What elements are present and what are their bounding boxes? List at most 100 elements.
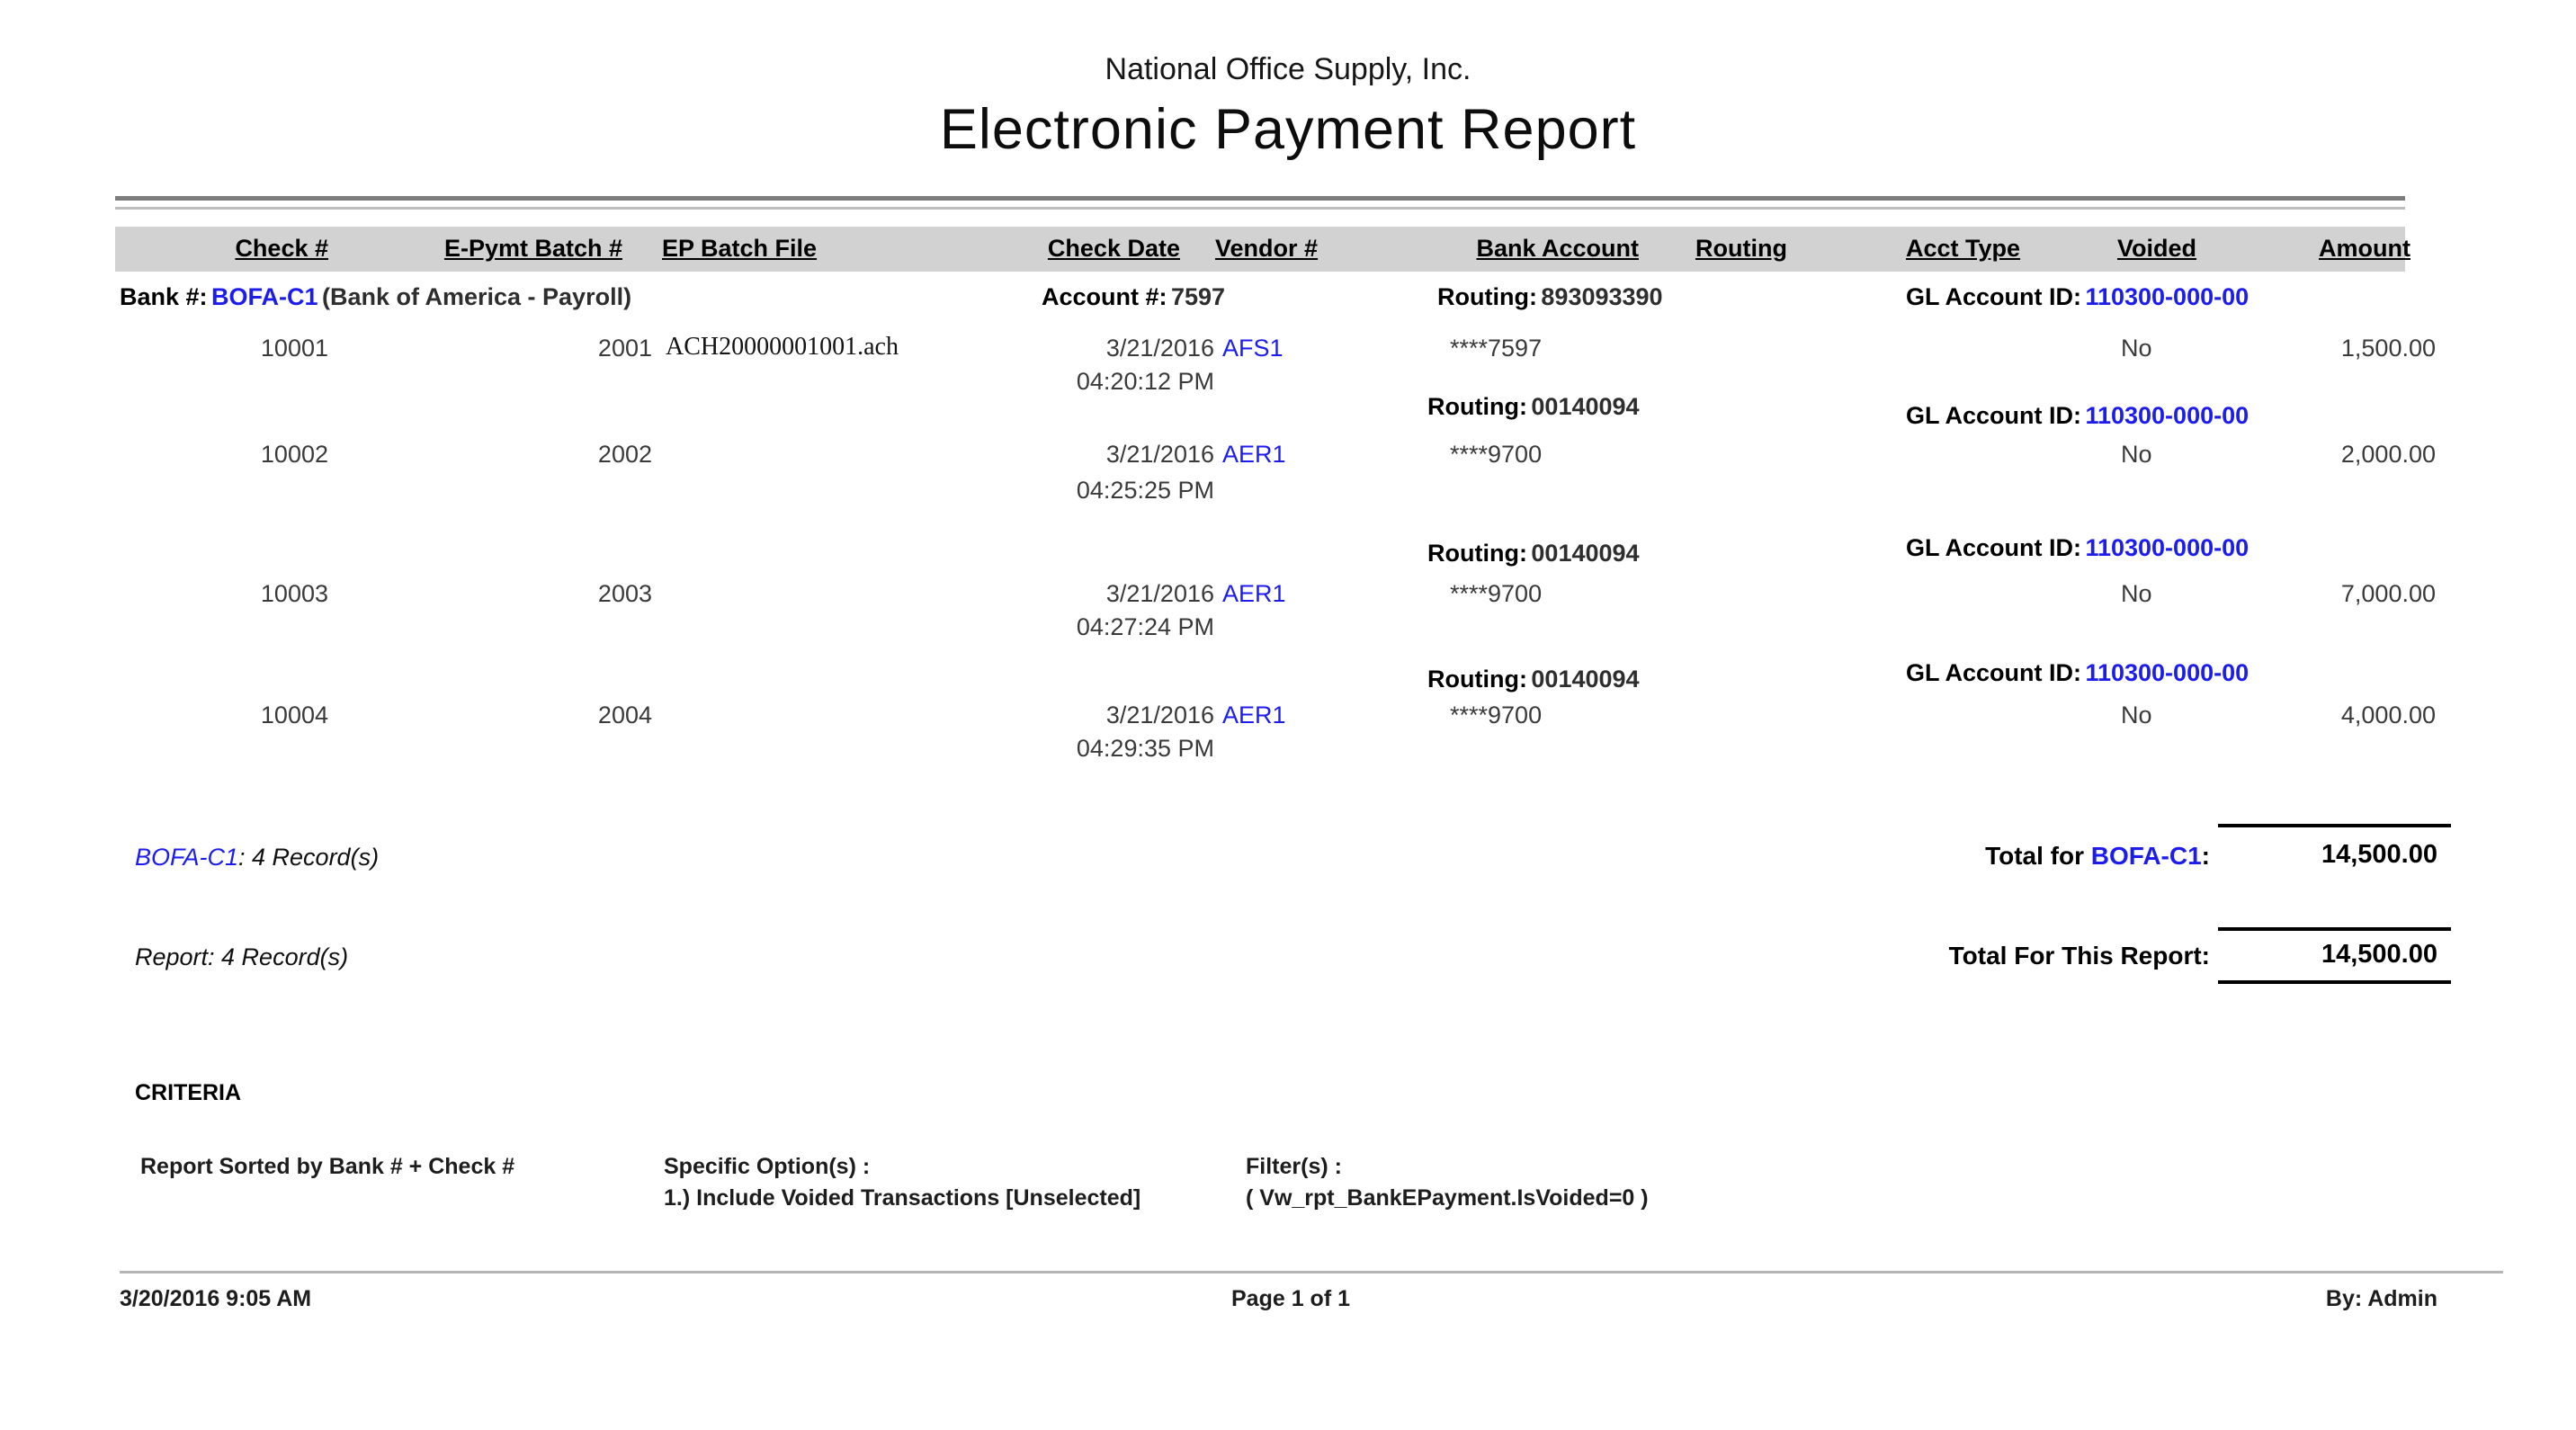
column-header-amount: Amount	[2204, 235, 2411, 263]
check-time-cell: 04:27:24 PM	[989, 613, 1214, 641]
bank-account-number: Account #: 7597	[1042, 283, 1225, 311]
column-header-routing: Routing	[1695, 235, 1787, 263]
routing-info: Routing: 00140094	[1427, 393, 1640, 421]
criteria-option-item: 1.) Include Voided Transactions [Unselec…	[664, 1185, 1140, 1211]
bank-number-label: Bank #:	[120, 283, 208, 310]
title-rule-top	[115, 196, 2405, 201]
bank-account-cell: ****9700	[1450, 441, 1542, 469]
batch-file-cell: ACH20000001001.ach	[666, 333, 899, 362]
routing-label: Routing:	[1427, 540, 1527, 567]
column-header-vendor: Vendor #	[1215, 235, 1318, 263]
column-header-batch-no: E-Pymt Batch #	[387, 235, 622, 263]
criteria-heading: CRITERIA	[135, 1080, 241, 1106]
footer-rule	[120, 1271, 2503, 1274]
account-number-value: 7597	[1171, 283, 1225, 310]
vendor-link[interactable]: AER1	[1222, 702, 1286, 729]
bank-name-text: (Bank of America - Payroll)	[322, 283, 631, 310]
check-time-cell: 04:20:12 PM	[989, 368, 1214, 396]
gl-info: GL Account ID: 110300-000-00	[1906, 534, 2249, 562]
batch-no-cell: 2001	[468, 335, 652, 362]
voided-cell: No	[2121, 335, 2152, 362]
check-time-cell: 04:25:25 PM	[989, 477, 1214, 505]
footer-generated-timestamp: 3/20/2016 9:05 AM	[120, 1286, 311, 1312]
gl-account-link[interactable]: 110300-000-00	[2085, 402, 2249, 429]
criteria-sort-text: Report Sorted by Bank # + Check #	[140, 1154, 514, 1180]
report-page: National Office Supply, Inc. Electronic …	[0, 0, 2576, 1430]
footer-printed-by: By: Admin	[2204, 1286, 2437, 1312]
group-total-amount: 14,500.00	[2218, 840, 2437, 870]
routing-label: Routing:	[1427, 666, 1527, 693]
amount-cell: 1,500.00	[2204, 335, 2436, 362]
gl-account-label: GL Account ID:	[1906, 283, 2081, 310]
gl-account-link[interactable]: 110300-000-00	[2085, 283, 2249, 310]
report-title: Electronic Payment Report	[0, 97, 2576, 162]
gl-account-label: GL Account ID:	[1906, 534, 2081, 561]
voided-cell: No	[2121, 580, 2152, 608]
check-date-cell: 3/21/2016	[989, 335, 1214, 362]
routing-label: Routing:	[1427, 393, 1527, 420]
account-number-label: Account #:	[1042, 283, 1167, 310]
routing-info: Routing: 00140094	[1427, 666, 1640, 693]
group-total-label: Total for BOFA-C1:	[1709, 842, 2210, 871]
check-no-cell: 10003	[162, 580, 328, 608]
gl-account-label: GL Account ID:	[1906, 402, 2081, 429]
gl-info: GL Account ID: 110300-000-00	[1906, 402, 2249, 430]
amount-cell: 4,000.00	[2204, 702, 2436, 729]
gl-account-link[interactable]: 110300-000-00	[2085, 659, 2249, 686]
column-header-batch-file: EP Batch File	[662, 235, 817, 263]
bank-code-link[interactable]: BOFA-C1	[211, 283, 318, 310]
company-name: National Office Supply, Inc.	[0, 52, 2576, 87]
bank-gl-info: GL Account ID: 110300-000-00	[1906, 283, 2249, 311]
criteria-filters-label: Filter(s) :	[1246, 1154, 1342, 1180]
group-total-code-link[interactable]: BOFA-C1	[2091, 842, 2202, 870]
batch-no-cell: 2004	[468, 702, 652, 729]
report-total-amount: 14,500.00	[2218, 940, 2437, 970]
bank-account-cell: ****9700	[1450, 702, 1542, 729]
check-date-cell: 3/21/2016	[989, 702, 1214, 729]
column-header-acct-type: Acct Type	[1906, 235, 2020, 263]
group-record-count: BOFA-C1: 4 Record(s)	[135, 844, 379, 871]
check-time-cell: 04:29:35 PM	[989, 735, 1214, 763]
voided-cell: No	[2121, 702, 2152, 729]
title-rule-bottom	[115, 207, 2405, 210]
amount-cell: 2,000.00	[2204, 441, 2436, 469]
bank-account-cell: ****9700	[1450, 580, 1542, 608]
amount-cell: 7,000.00	[2204, 580, 2436, 608]
gl-info: GL Account ID: 110300-000-00	[1906, 659, 2249, 687]
check-no-cell: 10004	[162, 702, 328, 729]
check-date-cell: 3/21/2016	[989, 580, 1214, 608]
group-total-prefix: Total for	[1985, 842, 2091, 870]
bank-routing-info: Routing: 893093390	[1437, 283, 1663, 311]
routing-info: Routing: 00140094	[1427, 540, 1640, 568]
report-total-rule-top	[2218, 927, 2451, 931]
report-total-label: Total For This Report:	[1709, 942, 2210, 970]
group-records-text: : 4 Record(s)	[238, 844, 379, 871]
routing-value: 00140094	[1531, 666, 1639, 693]
column-header-check-date: Check Date	[989, 235, 1180, 263]
group-total-rule	[2218, 824, 2451, 827]
vendor-link[interactable]: AER1	[1222, 580, 1286, 608]
routing-value: 00140094	[1531, 393, 1639, 420]
gl-account-link[interactable]: 110300-000-00	[2085, 534, 2249, 561]
column-header-bank-account: Bank Account	[1448, 235, 1639, 263]
criteria-options-label: Specific Option(s) :	[664, 1154, 870, 1180]
group-total-suffix: :	[2202, 842, 2210, 870]
batch-no-cell: 2003	[468, 580, 652, 608]
vendor-link[interactable]: AER1	[1222, 441, 1286, 469]
vendor-link[interactable]: AFS1	[1222, 335, 1284, 362]
report-record-count: Report: 4 Record(s)	[135, 943, 348, 971]
footer-page-indicator: Page 1 of 1	[989, 1286, 1592, 1312]
bank-group-header: Bank #: BOFA-C1 (Bank of America - Payro…	[120, 283, 631, 311]
criteria-filter-item: ( Vw_rpt_BankEPayment.IsVoided=0 )	[1246, 1185, 1649, 1211]
gl-account-label: GL Account ID:	[1906, 659, 2081, 686]
bank-account-cell: ****7597	[1450, 335, 1542, 362]
check-no-cell: 10002	[162, 441, 328, 469]
check-date-cell: 3/21/2016	[989, 441, 1214, 469]
routing-value: 00140094	[1531, 540, 1639, 567]
group-code-link[interactable]: BOFA-C1	[135, 844, 238, 871]
column-header-check-no: Check #	[162, 235, 328, 263]
voided-cell: No	[2121, 441, 2152, 469]
routing-value: 893093390	[1541, 283, 1662, 310]
column-header-voided: Voided	[2117, 235, 2196, 263]
batch-no-cell: 2002	[468, 441, 652, 469]
